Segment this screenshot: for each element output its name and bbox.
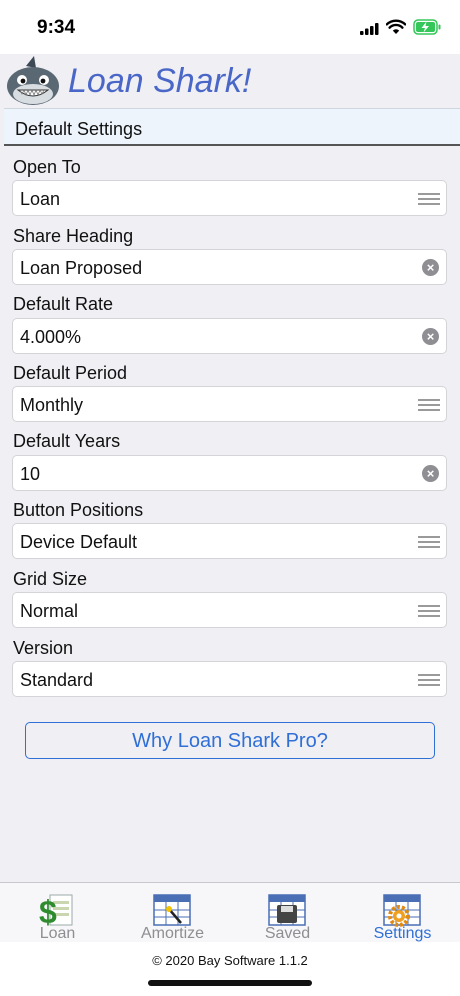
grid-size-picker[interactable]: Normal [12, 592, 447, 628]
share-heading-label: Share Heading [13, 226, 134, 246]
button-positions-picker[interactable]: Device Default [12, 523, 447, 559]
open-to-value: Loan [20, 189, 61, 209]
battery-charging-icon [413, 19, 441, 35]
why-loan-shark-pro-button[interactable]: Why Loan Shark Pro? [25, 722, 435, 759]
menu-lines-icon [418, 605, 440, 620]
menu-lines-icon [418, 674, 440, 689]
home-indicator[interactable] [148, 980, 312, 986]
shark-logo-icon [7, 56, 59, 105]
copyright-text: © 2020 Bay Software 1.1.2 [152, 953, 308, 968]
default-years-input[interactable]: 10 × [12, 455, 447, 491]
share-heading-input[interactable]: Loan Proposed × [12, 249, 447, 285]
wifi-icon [386, 19, 406, 34]
clear-icon[interactable]: × [422, 328, 439, 345]
tab-bar: $ Loan Amortize Saved Settings [0, 882, 460, 943]
saved-grid-icon [268, 894, 306, 926]
version-value: Standard [20, 670, 94, 690]
tab-saved-label: Saved [264, 925, 311, 942]
menu-lines-icon [418, 536, 440, 551]
default-period-value: Monthly [20, 395, 84, 415]
dollar-sheet-icon: $ [39, 894, 73, 929]
default-years-label: Default Years [13, 431, 121, 451]
open-to-picker[interactable]: Loan [12, 180, 447, 216]
signal-icon [360, 23, 379, 35]
button-positions-value: Device Default [20, 532, 138, 552]
grid-size-value: Normal [20, 601, 79, 621]
grid-size-label: Grid Size [13, 569, 88, 589]
menu-lines-icon [418, 193, 440, 208]
clear-icon[interactable]: × [422, 259, 439, 276]
clear-icon[interactable]: × [422, 465, 439, 482]
status-bar: 9:34 [0, 0, 460, 54]
footer: © 2020 Bay Software 1.1.2 [0, 942, 460, 996]
tab-settings[interactable]: Settings [345, 883, 460, 943]
button-positions-label: Button Positions [13, 500, 144, 520]
grid-wand-icon [153, 894, 191, 926]
default-period-picker[interactable]: Monthly [12, 386, 447, 422]
section-title: Default Settings [15, 119, 143, 139]
app-header: Loan Shark! [0, 54, 460, 108]
menu-lines-icon [418, 399, 440, 414]
gear-grid-icon [383, 894, 421, 927]
default-rate-label: Default Rate [13, 294, 114, 314]
tab-loan[interactable]: $ Loan [0, 883, 115, 943]
tab-loan-label: Loan [39, 925, 76, 942]
default-rate-value: 4.000% [20, 327, 82, 347]
tab-amortize[interactable]: Amortize [115, 883, 230, 943]
version-picker[interactable]: Standard [12, 661, 447, 697]
open-to-label: Open To [13, 157, 81, 177]
tab-amortize-label: Amortize [140, 925, 205, 942]
default-rate-input[interactable]: 4.000% × [12, 318, 447, 354]
tab-settings-label: Settings [373, 925, 432, 942]
tab-saved[interactable]: Saved [230, 883, 345, 943]
version-label: Version [13, 638, 74, 658]
app-title: Loan Shark! [68, 62, 252, 100]
share-heading-value: Loan Proposed [20, 258, 143, 278]
status-time: 9:34 [37, 17, 76, 38]
section-header: Default Settings [4, 108, 460, 146]
default-period-label: Default Period [13, 363, 128, 383]
svg-text:$: $ [39, 894, 57, 929]
default-years-value: 10 [20, 464, 41, 484]
